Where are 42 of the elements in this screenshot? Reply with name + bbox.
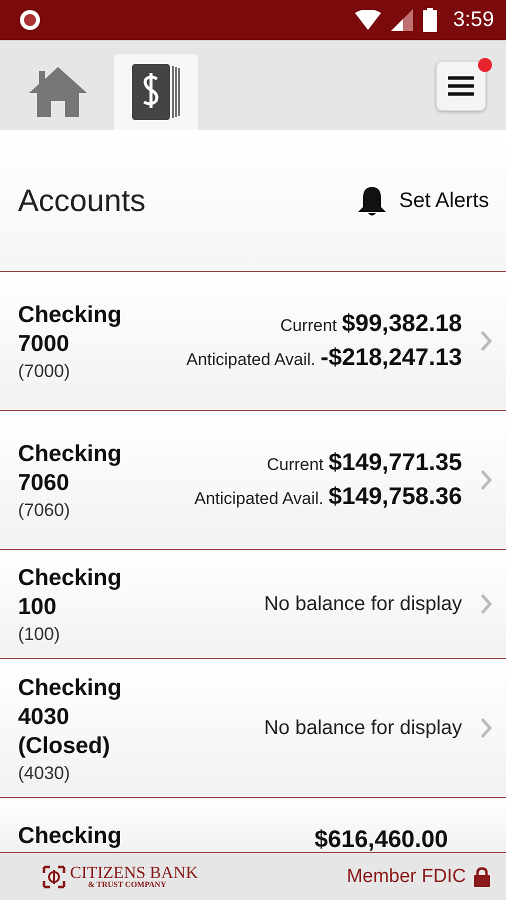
balance-amount: $616,460.00 xyxy=(314,826,448,852)
bank-logo-icon xyxy=(42,864,66,888)
signal-icon xyxy=(391,9,414,31)
set-alerts-button[interactable]: Set Alerts xyxy=(357,184,489,216)
bell-icon xyxy=(357,184,388,216)
house-icon xyxy=(27,65,89,119)
balance-amount: $99,382.18 xyxy=(342,310,462,338)
bank-name: CITIZENS BANK xyxy=(70,864,198,881)
menu-button[interactable] xyxy=(436,60,486,110)
chevron-right-icon xyxy=(480,330,492,352)
dollar-cards-icon xyxy=(132,64,180,120)
balance-label: Anticipated Avail. xyxy=(194,489,324,509)
page-title: Accounts xyxy=(18,182,146,218)
balance-label: Current xyxy=(266,455,324,475)
chevron-right-icon xyxy=(480,593,492,615)
no-balance-message: No balance for display xyxy=(264,716,462,740)
account-name: Checking 4030 (Closed) xyxy=(18,672,123,760)
lock-icon xyxy=(474,866,490,886)
balance-amount: $149,771.35 xyxy=(328,449,462,477)
account-number: (100) xyxy=(18,624,62,645)
account-name: Checking 7000 xyxy=(18,300,123,358)
no-balance-message: No balance for display xyxy=(264,592,462,616)
balance-label: Anticipated Avail. xyxy=(186,350,316,370)
fdic-label: Member FDIC xyxy=(346,866,466,888)
menu-icon xyxy=(448,74,474,96)
account-name: Checking 100 xyxy=(18,563,123,621)
balance-amount: -$218,247.13 xyxy=(320,344,462,372)
battery-icon xyxy=(423,8,438,32)
wifi-icon xyxy=(355,10,382,30)
bank-subtitle: & TRUST COMPANY xyxy=(87,881,168,889)
accounts-tab[interactable] xyxy=(114,54,198,130)
chevron-right-icon xyxy=(480,717,492,739)
account-number: (7060) xyxy=(18,500,72,521)
balance-label: Current xyxy=(280,316,337,336)
chevron-right-icon xyxy=(480,469,492,491)
clock-time: 3:59 xyxy=(453,8,494,32)
account-name: Checking 7060 xyxy=(18,439,123,497)
account-name: Checking xyxy=(18,822,123,848)
record-icon xyxy=(18,8,42,32)
balance-amount: $149,758.36 xyxy=(328,483,462,511)
account-number: (7000) xyxy=(18,361,72,382)
account-number: (4030) xyxy=(18,762,72,784)
